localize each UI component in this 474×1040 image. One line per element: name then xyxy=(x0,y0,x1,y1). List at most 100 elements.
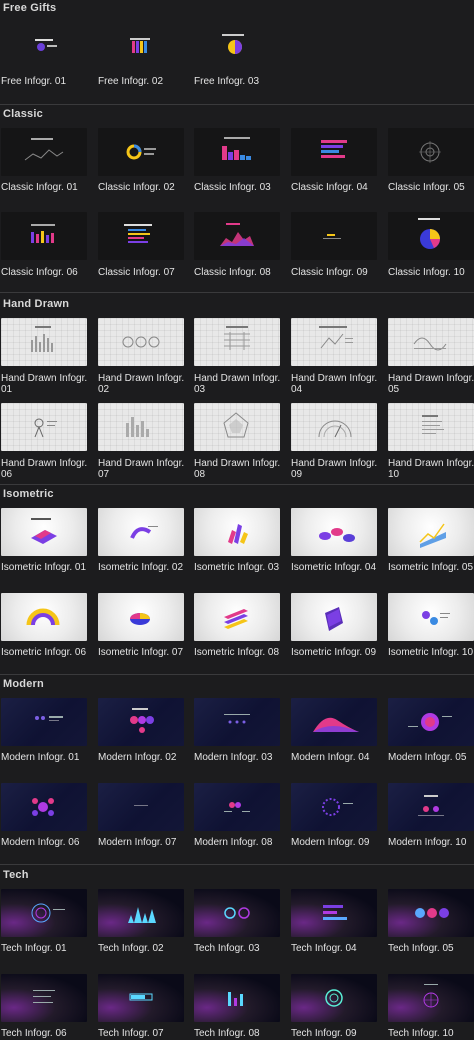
thumbnail-isometric-08[interactable] xyxy=(194,593,280,641)
thumbnail-modern-10[interactable] xyxy=(388,783,474,831)
thumbnail-isometric-07[interactable] xyxy=(98,593,184,641)
thumbnail-label[interactable]: Modern Infogr. 02 xyxy=(98,752,194,763)
thumbnail-label[interactable]: Isometric Infogr. 10 xyxy=(388,647,474,658)
thumbnail-classic-09[interactable] xyxy=(291,212,377,260)
thumbnail-classic-04[interactable] xyxy=(291,128,377,176)
thumbnail-hand-drawn-03[interactable] xyxy=(194,318,280,366)
thumbnail-label[interactable]: Tech Infogr. 06 xyxy=(1,1028,97,1039)
thumbnail-label[interactable]: Classic Infogr. 02 xyxy=(98,182,194,193)
thumbnail-isometric-10[interactable] xyxy=(388,593,474,641)
thumbnail-hand-drawn-06[interactable] xyxy=(1,403,87,451)
thumbnail-label[interactable]: Tech Infogr. 05 xyxy=(388,943,474,954)
thumbnail-modern-04[interactable] xyxy=(291,698,377,746)
thumbnail-label[interactable]: Classic Infogr. 03 xyxy=(194,182,290,193)
thumbnail-modern-09[interactable] xyxy=(291,783,377,831)
thumbnail-tech-04[interactable] xyxy=(291,889,377,937)
thumbnail-label[interactable]: Tech Infogr. 02 xyxy=(98,943,194,954)
thumbnail-modern-06[interactable] xyxy=(1,783,87,831)
thumbnail-label[interactable]: Isometric Infogr. 03 xyxy=(194,562,290,573)
thumbnail-hand-drawn-08[interactable] xyxy=(194,403,280,451)
thumbnail-isometric-01[interactable] xyxy=(1,508,87,556)
thumbnail-label[interactable]: Isometric Infogr. 01 xyxy=(1,562,97,573)
thumbnail-label[interactable]: Classic Infogr. 10 xyxy=(388,267,474,278)
thumbnail-modern-01[interactable] xyxy=(1,698,87,746)
thumbnail-isometric-06[interactable] xyxy=(1,593,87,641)
thumbnail-modern-07[interactable] xyxy=(98,783,184,831)
thumbnail-classic-03[interactable] xyxy=(194,128,280,176)
thumbnail-label[interactable]: Isometric Infogr. 02 xyxy=(98,562,194,573)
thumbnail-classic-01[interactable] xyxy=(1,128,87,176)
thumbnail-label[interactable]: Isometric Infogr. 09 xyxy=(291,647,387,658)
thumbnail-hand-drawn-07[interactable] xyxy=(98,403,184,451)
thumbnail-label[interactable]: Hand Drawn Infogr. 07 xyxy=(98,458,194,480)
thumbnail-label[interactable]: Hand Drawn Infogr. 04 xyxy=(291,373,387,395)
thumbnail-hand-drawn-09[interactable] xyxy=(291,403,377,451)
thumbnail-label[interactable]: Tech Infogr. 03 xyxy=(194,943,290,954)
thumbnail-label[interactable]: Modern Infogr. 05 xyxy=(388,752,474,763)
thumbnail-label[interactable]: Hand Drawn Infogr. 06 xyxy=(1,458,97,480)
thumbnail-label[interactable]: Hand Drawn Infogr. 09 xyxy=(291,458,387,480)
thumbnail-hand-drawn-04[interactable] xyxy=(291,318,377,366)
thumbnail-label[interactable]: Modern Infogr. 06 xyxy=(1,837,97,848)
thumbnail-classic-02[interactable] xyxy=(98,128,184,176)
thumbnail-isometric-02[interactable] xyxy=(98,508,184,556)
thumbnail-label[interactable]: Modern Infogr. 10 xyxy=(388,837,474,848)
thumbnail-label[interactable]: Free Infogr. 01 xyxy=(1,76,97,87)
thumbnail-label[interactable]: Classic Infogr. 08 xyxy=(194,267,290,278)
thumbnail-label[interactable]: Tech Infogr. 01 xyxy=(1,943,97,954)
thumbnail-label[interactable]: Hand Drawn Infogr. 10 xyxy=(388,458,474,480)
thumbnail-label[interactable]: Classic Infogr. 01 xyxy=(1,182,97,193)
thumbnail-tech-10[interactable] xyxy=(388,974,474,1022)
thumbnail-label[interactable]: Hand Drawn Infogr. 01 xyxy=(1,373,97,395)
thumbnail-classic-10[interactable] xyxy=(388,212,474,260)
thumbnail-modern-08[interactable] xyxy=(194,783,280,831)
thumbnail-tech-03[interactable] xyxy=(194,889,280,937)
thumbnail-label[interactable]: Isometric Infogr. 08 xyxy=(194,647,290,658)
thumbnail-free-01[interactable] xyxy=(1,24,87,72)
thumbnail-label[interactable]: Isometric Infogr. 06 xyxy=(1,647,97,658)
thumbnail-tech-02[interactable] xyxy=(98,889,184,937)
thumbnail-label[interactable]: Isometric Infogr. 04 xyxy=(291,562,387,573)
thumbnail-label[interactable]: Free Infogr. 02 xyxy=(98,76,194,87)
thumbnail-label[interactable]: Modern Infogr. 01 xyxy=(1,752,97,763)
thumbnail-label[interactable]: Modern Infogr. 04 xyxy=(291,752,387,763)
thumbnail-label[interactable]: Modern Infogr. 09 xyxy=(291,837,387,848)
thumbnail-label[interactable]: Isometric Infogr. 07 xyxy=(98,647,194,658)
thumbnail-label[interactable]: Hand Drawn Infogr. 03 xyxy=(194,373,290,395)
thumbnail-tech-06[interactable] xyxy=(1,974,87,1022)
thumbnail-label[interactable]: Free Infogr. 03 xyxy=(194,76,290,87)
thumbnail-isometric-03[interactable] xyxy=(194,508,280,556)
thumbnail-label[interactable]: Classic Infogr. 06 xyxy=(1,267,97,278)
thumbnail-hand-drawn-01[interactable] xyxy=(1,318,87,366)
thumbnail-label[interactable]: Modern Infogr. 07 xyxy=(98,837,194,848)
thumbnail-label[interactable]: Hand Drawn Infogr. 08 xyxy=(194,458,290,480)
thumbnail-label[interactable]: Tech Infogr. 10 xyxy=(388,1028,474,1039)
thumbnail-tech-01[interactable] xyxy=(1,889,87,937)
thumbnail-label[interactable]: Tech Infogr. 04 xyxy=(291,943,387,954)
thumbnail-modern-05[interactable] xyxy=(388,698,474,746)
thumbnail-label[interactable]: Hand Drawn Infogr. 02 xyxy=(98,373,194,395)
thumbnail-isometric-09[interactable] xyxy=(291,593,377,641)
thumbnail-label[interactable]: Hand Drawn Infogr. 05 xyxy=(388,373,474,395)
thumbnail-hand-drawn-10[interactable] xyxy=(388,403,474,451)
thumbnail-label[interactable]: Classic Infogr. 05 xyxy=(388,182,474,193)
thumbnail-tech-08[interactable] xyxy=(194,974,280,1022)
thumbnail-label[interactable]: Isometric Infogr. 05 xyxy=(388,562,474,573)
thumbnail-label[interactable]: Classic Infogr. 04 xyxy=(291,182,387,193)
thumbnail-modern-03[interactable] xyxy=(194,698,280,746)
thumbnail-classic-06[interactable] xyxy=(1,212,87,260)
thumbnail-label[interactable]: Modern Infogr. 08 xyxy=(194,837,290,848)
thumbnail-classic-05[interactable] xyxy=(388,128,474,176)
thumbnail-hand-drawn-02[interactable] xyxy=(98,318,184,366)
thumbnail-label[interactable]: Classic Infogr. 09 xyxy=(291,267,387,278)
thumbnail-label[interactable]: Classic Infogr. 07 xyxy=(98,267,194,278)
thumbnail-classic-08[interactable] xyxy=(194,212,280,260)
thumbnail-tech-09[interactable] xyxy=(291,974,377,1022)
thumbnail-modern-02[interactable] xyxy=(98,698,184,746)
thumbnail-label[interactable]: Tech Infogr. 07 xyxy=(98,1028,194,1039)
thumbnail-tech-05[interactable] xyxy=(388,889,474,937)
thumbnail-isometric-05[interactable] xyxy=(388,508,474,556)
thumbnail-hand-drawn-05[interactable] xyxy=(388,318,474,366)
thumbnail-label[interactable]: Tech Infogr. 09 xyxy=(291,1028,387,1039)
thumbnail-classic-07[interactable] xyxy=(98,212,184,260)
